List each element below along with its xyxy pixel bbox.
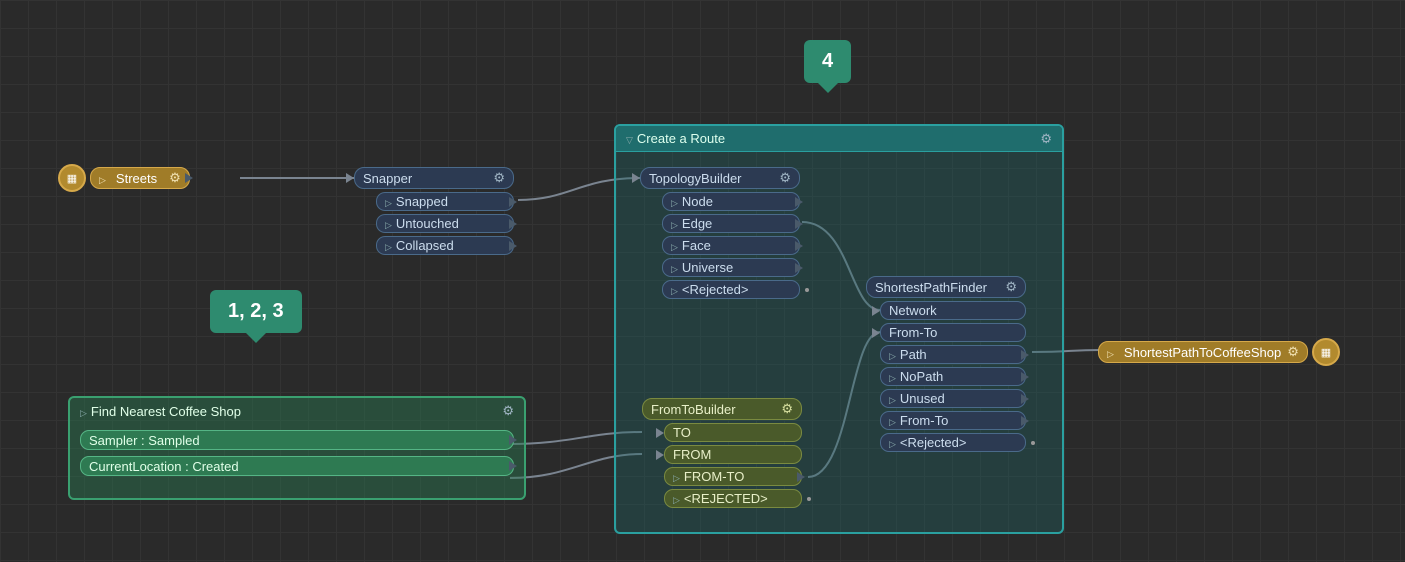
gear-icon[interactable] xyxy=(1040,131,1052,147)
port-from-to-out[interactable]: From-To xyxy=(880,411,1026,430)
node-title: FromToBuilder xyxy=(651,402,736,417)
port-untouched[interactable]: Untouched xyxy=(376,214,514,233)
gear-icon[interactable] xyxy=(493,170,505,186)
group-title: Find Nearest Coffee Shop xyxy=(91,404,241,419)
node-title: ShortestPathFinder xyxy=(875,280,987,295)
node-fromtobuilder[interactable]: FromToBuilder TO FROM FROM-TO <REJECTED> xyxy=(642,398,802,508)
port-face[interactable]: Face xyxy=(662,236,800,255)
gear-icon[interactable] xyxy=(781,401,793,417)
gear-icon[interactable] xyxy=(169,170,181,186)
port-universe[interactable]: Universe xyxy=(662,258,800,277)
node-result-sink[interactable]: ShortestPathToCoffeeShop ▦ xyxy=(1098,338,1340,366)
group-title: Create a Route xyxy=(637,131,725,146)
gear-icon[interactable] xyxy=(779,170,791,186)
reader-icon: ▦ xyxy=(58,164,86,192)
expand-icon xyxy=(1107,345,1118,360)
port-from[interactable]: FROM xyxy=(664,445,802,464)
gear-icon[interactable] xyxy=(1287,344,1299,360)
row-label: CurrentLocation : Created xyxy=(89,459,239,474)
gear-icon[interactable] xyxy=(1005,279,1017,295)
node-label: Streets xyxy=(116,171,157,186)
node-shortestpathfinder[interactable]: ShortestPathFinder Network From-To Path … xyxy=(866,276,1026,452)
row-currentlocation[interactable]: CurrentLocation : Created xyxy=(80,456,514,476)
node-streets-source[interactable]: ▦ Streets xyxy=(58,164,190,192)
port-rejected[interactable]: <Rejected> xyxy=(662,280,800,299)
port-nopath[interactable]: NoPath xyxy=(880,367,1026,386)
port-edge[interactable]: Edge xyxy=(662,214,800,233)
gear-icon[interactable] xyxy=(502,403,514,419)
port-from-to[interactable]: FROM-TO xyxy=(664,467,802,486)
group-find-coffee[interactable]: Find Nearest Coffee Shop Sampler : Sampl… xyxy=(68,396,526,500)
node-topologybuilder[interactable]: TopologyBuilder Node Edge Face Universe … xyxy=(640,167,800,299)
expand-icon[interactable] xyxy=(80,404,91,419)
callout-123: 1, 2, 3 xyxy=(210,290,302,333)
port-network[interactable]: Network xyxy=(880,301,1026,320)
node-snapper[interactable]: Snapper Snapped Untouched Collapsed xyxy=(354,167,514,255)
writer-icon: ▦ xyxy=(1312,338,1340,366)
port-node[interactable]: Node xyxy=(662,192,800,211)
port-rejected[interactable]: <Rejected> xyxy=(880,433,1026,452)
node-label: ShortestPathToCoffeeShop xyxy=(1124,345,1281,360)
port-from-to-in[interactable]: From-To xyxy=(880,323,1026,342)
port-unused[interactable]: Unused xyxy=(880,389,1026,408)
port-collapsed[interactable]: Collapsed xyxy=(376,236,514,255)
port-rejected[interactable]: <REJECTED> xyxy=(664,489,802,508)
port-to[interactable]: TO xyxy=(664,423,802,442)
collapse-icon[interactable] xyxy=(626,131,637,146)
node-title: TopologyBuilder xyxy=(649,171,742,186)
callout-text: 1, 2, 3 xyxy=(228,300,284,322)
callout-4: 4 xyxy=(804,40,851,83)
port-path[interactable]: Path xyxy=(880,345,1026,364)
row-sampler[interactable]: Sampler : Sampled xyxy=(80,430,514,450)
port-snapped[interactable]: Snapped xyxy=(376,192,514,211)
row-label: Sampler : Sampled xyxy=(89,433,200,448)
callout-text: 4 xyxy=(822,50,833,72)
node-title: Snapper xyxy=(363,171,412,186)
expand-icon xyxy=(99,171,110,186)
